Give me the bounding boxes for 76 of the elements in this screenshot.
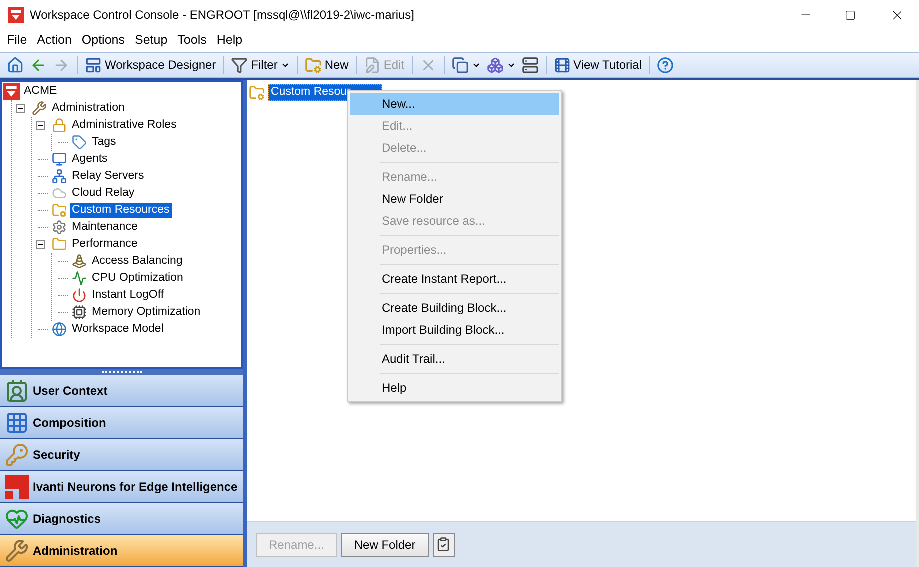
tree-item[interactable]: Administrative Roles	[70, 118, 179, 133]
menu-item[interactable]: Create Building Block...	[350, 297, 559, 319]
action-button[interactable]: New Folder	[341, 532, 429, 556]
gear-icon	[52, 220, 67, 235]
cloud-icon	[52, 186, 67, 201]
nav-button[interactable]: Diagnostics	[0, 503, 243, 535]
network-icon	[52, 169, 67, 184]
menu-item[interactable]: New...	[350, 93, 559, 115]
tree-item[interactable]: Memory Optimization	[90, 305, 203, 320]
tree-item[interactable]: Administration	[50, 101, 127, 116]
nav-button[interactable]: User Context	[0, 375, 243, 407]
tree-item[interactable]: Performance	[70, 237, 140, 252]
menu-item[interactable]: Help	[212, 30, 248, 50]
tree-item[interactable]: CPU Optimization	[90, 271, 186, 286]
menu-item[interactable]: Import Building Block...	[350, 319, 559, 341]
maximize-icon[interactable]	[845, 10, 856, 20]
menu-item[interactable]: Help	[350, 377, 559, 399]
clipboard-icon	[436, 537, 452, 552]
tree-item[interactable]: Cloud Relay	[70, 186, 137, 201]
tree-item[interactable]: Custom Resources	[70, 203, 172, 218]
logo-icon	[5, 474, 29, 498]
nav-button[interactable]: Composition	[0, 407, 243, 439]
tree-item[interactable]: Maintenance	[70, 220, 140, 235]
menu-item[interactable]: New Folder	[350, 188, 559, 210]
tree-item[interactable]: Access Balancing	[90, 254, 185, 269]
folder-icon	[304, 56, 322, 74]
tree-root[interactable]: ACME	[24, 82, 58, 100]
tree-item[interactable]: Instant LogOff	[90, 288, 166, 303]
tree-item[interactable]: Tags	[90, 135, 118, 150]
app-logo-icon	[8, 7, 24, 23]
toolbar-button[interactable]: New	[302, 54, 352, 76]
chart-icon	[72, 271, 87, 286]
key-icon	[5, 442, 29, 466]
collapse-toggle[interactable]	[16, 104, 24, 113]
notes-button[interactable]	[432, 532, 455, 556]
nav-button[interactable]: Administration	[0, 535, 243, 567]
menu-item[interactable]: Action	[32, 30, 77, 50]
film-icon	[554, 56, 571, 74]
globe-icon	[52, 322, 67, 337]
server-icon	[522, 56, 539, 74]
menu-item[interactable]: File	[2, 30, 32, 50]
collapse-toggle[interactable]	[36, 240, 44, 249]
toolbar-button[interactable]: Filter	[228, 54, 293, 76]
chip-icon	[72, 305, 87, 320]
blocks-icon	[486, 56, 504, 74]
contact-card-icon	[5, 378, 29, 402]
menu-item[interactable]: Setup	[130, 30, 173, 50]
tree-item[interactable]: Relay Servers	[70, 169, 146, 184]
toolbar-button[interactable]: View Tutorial	[550, 54, 646, 76]
copy-icon	[452, 56, 469, 74]
menu-item[interactable]: Audit Trail...	[350, 348, 559, 370]
power-icon	[72, 288, 87, 303]
help-icon	[657, 56, 674, 74]
monitor-icon	[52, 152, 67, 167]
tag-icon	[72, 135, 87, 150]
menu-item[interactable]: Create Instant Report...	[350, 268, 559, 290]
menu-item[interactable]: Options	[76, 30, 130, 50]
nav-button[interactable]: Security	[0, 439, 243, 471]
designer-icon	[85, 56, 102, 74]
lock-icon	[52, 118, 67, 133]
filter-icon	[231, 56, 248, 74]
collapse-toggle[interactable]	[36, 121, 44, 130]
folder-icon	[52, 203, 67, 218]
window-title: Workspace Control Console - ENGROOT [mssql@\\fl2019-2\iwc-marius]	[30, 7, 415, 24]
tools-icon	[5, 538, 29, 562]
menu-item[interactable]: Tools	[172, 30, 212, 50]
folder-icon	[249, 84, 265, 100]
tools-icon	[32, 101, 47, 116]
edit-icon	[364, 56, 381, 74]
folder-icon	[52, 237, 67, 252]
home-icon	[7, 56, 24, 74]
nav-button[interactable]: Ivanti Neurons for Edge Intelligence	[0, 471, 243, 503]
tree-item[interactable]: Agents	[70, 152, 110, 167]
tree-item[interactable]: Workspace Model	[70, 322, 166, 337]
app-logo-icon	[3, 83, 20, 100]
toolbar-button[interactable]: Workspace Designer	[82, 54, 220, 76]
